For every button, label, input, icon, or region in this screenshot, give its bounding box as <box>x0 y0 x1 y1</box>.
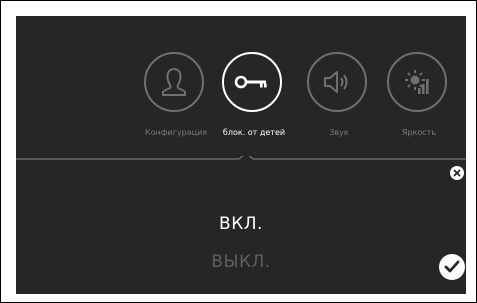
selection-divider <box>16 156 466 160</box>
menu-item-label: Яркость <box>401 128 437 137</box>
close-icon[interactable] <box>450 166 464 180</box>
screen: Конфигурация блок. от детей Звук Яркость… <box>16 16 466 294</box>
menu-item-child-lock[interactable]: блок. от детей <box>214 52 294 152</box>
menu-item-configuration[interactable]: Конфигурация <box>136 52 216 152</box>
key-icon <box>222 52 282 112</box>
user-icon <box>144 52 204 112</box>
settings-menu: Конфигурация блок. от детей Звук Яркость <box>16 16 466 166</box>
brightness-icon <box>387 52 447 112</box>
option-off[interactable]: ВЫКЛ. <box>16 252 466 272</box>
confirm-icon[interactable] <box>439 254 465 280</box>
menu-item-brightness[interactable]: Яркость <box>379 52 459 152</box>
option-on[interactable]: ВКЛ. <box>16 214 466 234</box>
device-frame: Конфигурация блок. от детей Звук Яркость… <box>0 0 477 303</box>
menu-item-sound[interactable]: Звук <box>299 52 379 152</box>
speaker-icon <box>307 52 367 112</box>
